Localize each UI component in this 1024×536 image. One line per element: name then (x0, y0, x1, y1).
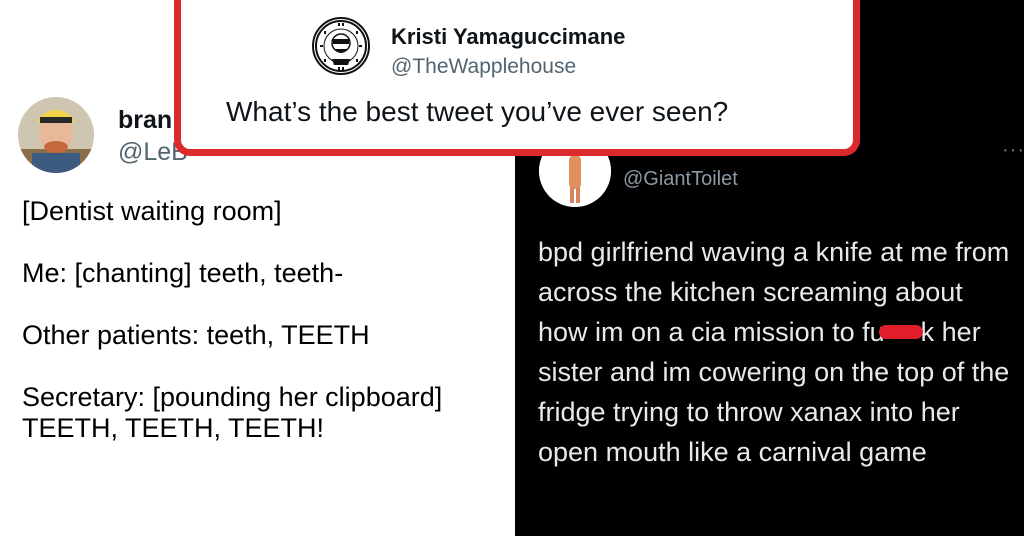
left-author-name[interactable]: bran (118, 106, 172, 135)
question-author-name[interactable]: Kristi Yamaguccimane (391, 24, 625, 50)
tweet-line: [Dentist waiting room] (22, 196, 282, 226)
redaction-mark (878, 324, 923, 339)
tweet-line: Me: [chanting] teeth, teeth- (22, 258, 344, 288)
more-dots-icon[interactable]: ··· (1002, 139, 1024, 162)
tweet-line: Other patients: teeth, TEETH (22, 320, 370, 350)
left-tweet-text: [Dentist waiting room] Me: [chanting] te… (22, 196, 512, 475)
question-author-handle[interactable]: @TheWapplehouse (391, 55, 576, 79)
tweet-line: Secretary: [pounding her clipboard] TEET… (22, 382, 443, 443)
right-author-handle[interactable]: @GiantToilet (623, 168, 738, 191)
question-tweet-card: Kristi Yamaguccimane @TheWapplehouse Wha… (174, 0, 860, 156)
waffle-house-badge-icon[interactable] (312, 17, 370, 75)
person-eating-avatar-icon[interactable] (18, 97, 94, 173)
question-tweet-text: What’s the best tweet you’ve ever seen? (226, 96, 729, 127)
right-tweet-text: bpd girlfriend waving a knife at me from… (538, 232, 1018, 472)
